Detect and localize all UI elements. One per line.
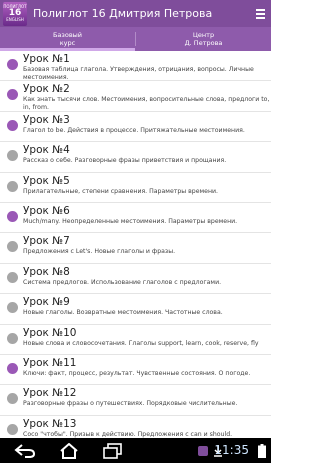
lesson-title: Урок №9 bbox=[23, 296, 70, 309]
list-item[interactable]: Урок №7 Предложения с Let's. Новые глагол… bbox=[0, 233, 271, 264]
lesson-text: Урок №5 Прилагательные, степени сравнения… bbox=[23, 173, 271, 196]
lesson-text: Урок №11 Ключи: факт, процесс, результат.… bbox=[23, 355, 271, 378]
lesson-status-dot-icon bbox=[7, 59, 18, 70]
notification-icon bbox=[196, 442, 210, 459]
list-item[interactable]: Урок №10 Новые слова и словосочетания. Гл… bbox=[0, 325, 271, 355]
clock: 11:35 bbox=[214, 443, 249, 457]
tab-bar: Базовый курс Центр Д. Петрова bbox=[0, 27, 271, 51]
lesson-text: Урок №2 Как знать тысячи слов. Местоимени… bbox=[23, 81, 271, 111]
lesson-title: Урок №10 bbox=[23, 326, 77, 339]
lesson-text: Урок №9 Новые глаголы. Возвратные местоим… bbox=[23, 294, 271, 317]
lesson-status-dot-icon bbox=[7, 302, 18, 314]
lesson-title: Урок №7 bbox=[23, 235, 70, 248]
lesson-title: Урок №12 bbox=[23, 387, 77, 400]
tab-petrov-center[interactable]: Центр Д. Петрова bbox=[136, 27, 271, 51]
lesson-status-dot-icon bbox=[7, 180, 18, 192]
list-item[interactable]: Урок №11 Ключи: факт, процесс, результат.… bbox=[0, 355, 271, 386]
app-bar: ПОЛИГЛОТ 16 ENGLISH Полиглот 16 Дмитрия … bbox=[0, 0, 271, 27]
tab-basic-course-line1: Базовый bbox=[52, 31, 83, 39]
lesson-text: Урок №13 Coco "чтобы". Призыв к действию.… bbox=[23, 416, 271, 438]
lesson-text: Урок №12 Разговорные фразы о путешествиях… bbox=[23, 385, 271, 408]
list-item[interactable]: Урок №2 Как знать тысячи слов. Местоимени… bbox=[0, 81, 271, 112]
list-item[interactable]: Урок №8 Система предлогов. Использование … bbox=[0, 264, 271, 295]
lesson-description: Coco "чтобы". Призыв к действию. Предлож… bbox=[23, 430, 233, 438]
lesson-text: Урок №4 Рассказ о себе. Разговорные фразы… bbox=[23, 142, 271, 165]
system-navigation-bar: 11:35 bbox=[0, 438, 271, 463]
home-icon[interactable] bbox=[56, 442, 82, 459]
lesson-status-dot-icon bbox=[7, 362, 18, 374]
tab-basic-course-line2: курс bbox=[59, 39, 76, 47]
lesson-title: Урок №4 bbox=[23, 144, 70, 157]
lesson-description: Прилагательные, степени сравнения. Парам… bbox=[23, 187, 219, 195]
battery-icon bbox=[256, 442, 268, 459]
lesson-text: Урок №8 Система предлогов. Использование … bbox=[23, 264, 271, 287]
lesson-status-dot-icon bbox=[7, 332, 18, 344]
list-item[interactable]: Урок №1 Базовая таблица глагола. Утвержде… bbox=[0, 51, 271, 82]
back-icon[interactable] bbox=[12, 442, 38, 459]
lesson-status-dot-icon bbox=[7, 119, 18, 131]
lesson-description: Разговорные фразы о путешествиях. Порядк… bbox=[23, 400, 238, 408]
app-title: Полиглот 16 Дмитрия Петрова bbox=[33, 7, 213, 20]
lesson-description: Базовая таблица глагола. Утверждения, от… bbox=[23, 66, 254, 81]
lesson-status-dot-icon bbox=[7, 271, 18, 283]
lesson-status-dot-icon bbox=[7, 241, 18, 253]
app-logo-bottom-text: ENGLISH bbox=[6, 17, 24, 22]
lesson-title: Урок №8 bbox=[23, 265, 70, 278]
lesson-title: Урок №6 bbox=[23, 204, 70, 217]
lesson-description: Ключи: факт, процесс, результат. Чувстве… bbox=[23, 369, 251, 377]
list-item[interactable]: Урок №12 Разговорные фразы о путешествиях… bbox=[0, 385, 271, 416]
lesson-description: Much/many. Неопределенные местоимения. П… bbox=[23, 217, 238, 225]
lesson-description: Глагол to be. Действия в процессе. Притя… bbox=[23, 126, 245, 134]
list-item[interactable]: Урок №4 Рассказ о себе. Разговорные фразы… bbox=[0, 142, 271, 173]
list-item[interactable]: Урок №13 Coco "чтобы". Призыв к действию.… bbox=[0, 416, 271, 438]
lesson-status-dot-icon bbox=[7, 150, 18, 162]
lesson-text: Урок №1 Базовая таблица глагола. Утвержде… bbox=[23, 51, 271, 81]
list-item[interactable]: Урок №9 Новые глаголы. Возвратные местоим… bbox=[0, 294, 271, 325]
lesson-status-dot-icon bbox=[7, 89, 18, 101]
lesson-description: Предложения с Let's. Новые глаголы и фра… bbox=[23, 248, 176, 256]
lesson-text: Урок №3 Глагол to be. Действия в процессе… bbox=[23, 112, 271, 135]
tab-basic-course[interactable]: Базовый курс bbox=[0, 27, 135, 51]
list-item[interactable]: Урок №5 Прилагательные, степени сравнения… bbox=[0, 173, 271, 203]
lesson-title: Урок №1 bbox=[23, 53, 70, 65]
lesson-title: Урок №13 bbox=[23, 417, 77, 430]
lesson-title: Урок №5 bbox=[23, 174, 70, 187]
lesson-description: Новые слова и словосочетания. Глаголы su… bbox=[23, 339, 259, 347]
lesson-text: Урок №10 Новые слова и словосочетания. Гл… bbox=[23, 325, 271, 348]
lesson-text: Урок №6 Much/many. Неопределенные местоим… bbox=[23, 203, 271, 226]
lesson-description: Рассказ о себе. Разговорные фразы привет… bbox=[23, 157, 227, 165]
list-item[interactable]: Урок №3 Глагол to be. Действия в процессе… bbox=[0, 112, 271, 143]
lesson-title: Урок №3 bbox=[23, 113, 70, 126]
lesson-status-dot-icon bbox=[7, 210, 18, 222]
lesson-title: Урок №2 bbox=[23, 83, 70, 96]
overflow-menu-icon[interactable] bbox=[249, 0, 271, 27]
lesson-status-dot-icon bbox=[7, 393, 18, 405]
lesson-description: Новые глаголы. Возвратные местоимения. Ч… bbox=[23, 309, 223, 317]
tab-petrov-center-line2: Д. Петрова bbox=[184, 39, 223, 47]
tab-petrov-center-line1: Центр bbox=[192, 31, 215, 39]
lesson-list[interactable]: Урок №1 Базовая таблица глагола. Утвержде… bbox=[0, 51, 271, 438]
lesson-description: Как знать тысячи слов. Местоимения, вопр… bbox=[23, 96, 270, 111]
lesson-title: Урок №11 bbox=[23, 356, 77, 369]
lesson-description: Система предлогов. Использование глаголо… bbox=[23, 278, 222, 286]
recent-apps-icon[interactable] bbox=[100, 442, 126, 459]
list-item[interactable]: Урок №6 Much/many. Неопределенные местоим… bbox=[0, 203, 271, 234]
app-logo-icon[interactable]: ПОЛИГЛОТ 16 ENGLISH bbox=[3, 1, 27, 26]
lesson-status-dot-icon bbox=[7, 423, 18, 435]
lesson-text: Урок №7 Предложения с Let's. Новые глагол… bbox=[23, 233, 271, 256]
